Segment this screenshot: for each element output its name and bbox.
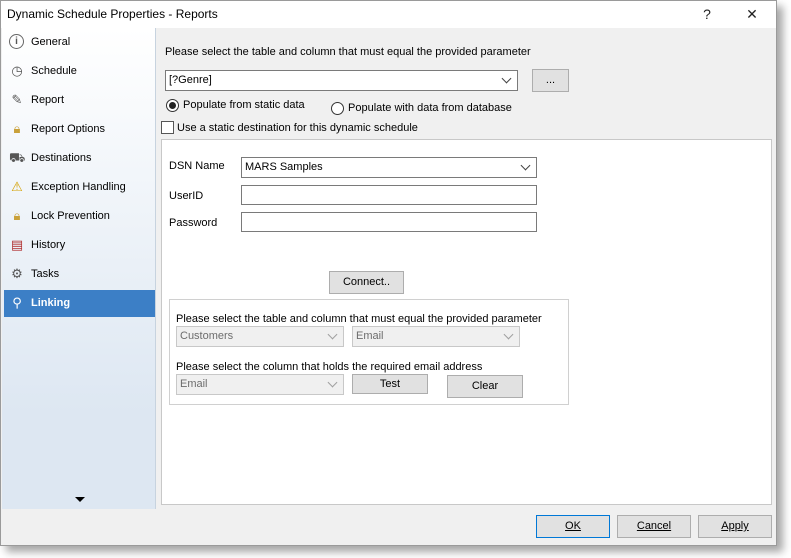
- populate-static-radio[interactable]: [166, 99, 179, 112]
- apply-button-label: Apply: [721, 520, 749, 532]
- column-value: Email: [356, 330, 384, 342]
- report-icon: ✎: [11, 92, 23, 107]
- table-selection-group: Please select the table and column that …: [169, 299, 569, 405]
- database-panel: DSN Name MARS Samples UserID Password Co…: [161, 139, 772, 505]
- dialog-window: Dynamic Schedule Properties - Reports ? …: [0, 0, 777, 546]
- sidebar-item-label: Linking: [31, 297, 71, 309]
- table-value: Customers: [180, 330, 234, 342]
- sidebar-item-label: General: [31, 36, 71, 48]
- sidebar-item-destinations[interactable]: ⛟ Destinations: [4, 145, 155, 172]
- sidebar-item-label: Exception Handling: [31, 181, 126, 193]
- chevron-down-icon: [327, 329, 338, 340]
- sidebar-item-schedule[interactable]: ◷ Schedule: [4, 58, 155, 85]
- password-input[interactable]: [241, 212, 537, 232]
- link-icon: ⚲: [12, 295, 22, 310]
- sidebar-item-tasks[interactable]: ⚙ Tasks: [4, 261, 155, 288]
- linking-content: Please select the table and column that …: [156, 28, 776, 509]
- table-combo[interactable]: Customers: [176, 326, 344, 347]
- lock-icon: 🔒︎: [13, 208, 21, 223]
- email-column-combo[interactable]: Email: [176, 374, 344, 395]
- chevron-down-icon: [501, 73, 512, 84]
- sidebar: i General ◷ Schedule ✎ Report 🔒︎ Report …: [2, 28, 163, 509]
- email-column-value: Email: [180, 378, 208, 390]
- help-button[interactable]: ?: [687, 1, 727, 28]
- ok-button-label: OK: [565, 520, 581, 532]
- populate-static-label[interactable]: Populate from static data: [183, 99, 305, 111]
- sidebar-item-label: Tasks: [31, 268, 60, 280]
- sidebar-item-label: Destinations: [31, 152, 92, 164]
- cancel-button[interactable]: Cancel: [617, 515, 691, 538]
- sidebar-item-label: Report: [31, 94, 65, 106]
- browse-button[interactable]: ...: [532, 69, 569, 92]
- static-destination-label[interactable]: Use a static destination for this dynami…: [177, 122, 418, 134]
- column-combo[interactable]: Email: [352, 326, 520, 347]
- userid-label: UserID: [169, 190, 204, 202]
- clear-button[interactable]: Clear: [447, 375, 523, 398]
- sidebar-item-general[interactable]: i General: [4, 29, 155, 56]
- dsn-label: DSN Name: [169, 160, 225, 172]
- clock-icon: ◷: [11, 63, 23, 78]
- window-title: Dynamic Schedule Properties - Reports: [7, 7, 218, 21]
- sub-table-prompt: Please select the table and column that …: [176, 313, 542, 325]
- sidebar-item-label: Lock Prevention: [31, 210, 110, 222]
- table-prompt: Please select the table and column that …: [165, 46, 531, 58]
- email-column-prompt: Please select the column that holds the …: [176, 361, 483, 373]
- chevron-down-icon: [503, 329, 514, 340]
- sidebar-item-lock-prevention[interactable]: 🔒︎ Lock Prevention: [4, 203, 155, 230]
- sidebar-item-label: Schedule: [31, 65, 77, 77]
- lock-icon: 🔒︎: [13, 121, 21, 136]
- chevron-down-icon: [327, 377, 338, 388]
- info-icon: i: [9, 34, 24, 49]
- static-destination-checkbox[interactable]: [161, 121, 174, 134]
- scroll-down-arrow[interactable]: [75, 497, 85, 502]
- chevron-down-icon: [520, 160, 531, 171]
- sidebar-item-report[interactable]: ✎ Report: [4, 87, 155, 114]
- apply-button[interactable]: Apply: [698, 515, 772, 538]
- userid-input[interactable]: [241, 185, 537, 205]
- password-label: Password: [169, 217, 218, 229]
- ok-button[interactable]: OK: [536, 515, 610, 538]
- sidebar-item-exception-handling[interactable]: ⚠ Exception Handling: [4, 174, 155, 201]
- test-button[interactable]: Test: [352, 374, 428, 394]
- parameter-value: [?Genre]: [169, 74, 212, 86]
- tasks-icon: ⚙: [11, 266, 23, 281]
- dsn-value: MARS Samples: [245, 161, 323, 173]
- sidebar-item-linking[interactable]: ⚲ Linking: [4, 290, 163, 317]
- sidebar-item-label: Report Options: [31, 123, 105, 135]
- sidebar-item-history[interactable]: ▤ History: [4, 232, 155, 259]
- parameter-combo[interactable]: [?Genre]: [165, 70, 518, 91]
- populate-database-label[interactable]: Populate with data from database: [348, 102, 512, 114]
- history-icon: ▤: [10, 237, 24, 252]
- title-bar: Dynamic Schedule Properties - Reports ? …: [1, 1, 776, 28]
- sidebar-item-report-options[interactable]: 🔒︎ Report Options: [4, 116, 155, 143]
- truck-icon: ⛟: [9, 150, 26, 165]
- close-button[interactable]: ✕: [732, 1, 772, 28]
- cancel-button-label: Cancel: [636, 520, 672, 532]
- sidebar-item-label: History: [31, 239, 66, 251]
- populate-database-radio[interactable]: [331, 102, 344, 115]
- dialog-footer: OK Cancel Apply: [1, 509, 776, 545]
- dsn-combo[interactable]: MARS Samples: [241, 157, 537, 178]
- warning-icon: ⚠: [11, 179, 23, 194]
- connect-button[interactable]: Connect..: [329, 271, 404, 294]
